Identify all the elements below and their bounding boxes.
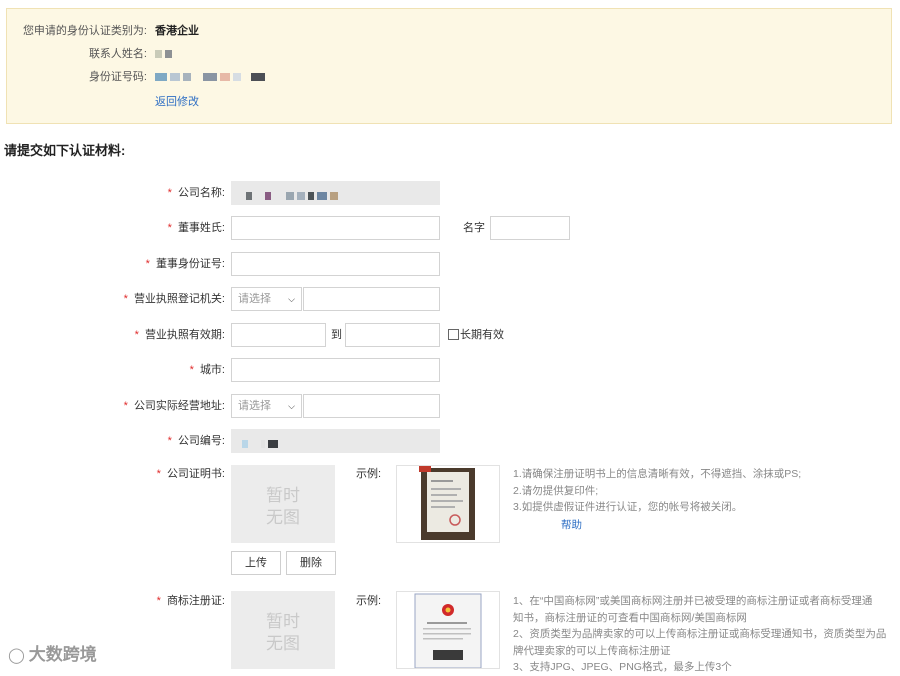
trademark-example-label: 示例: (356, 595, 382, 607)
select-placeholder: 请选择 (238, 293, 271, 305)
license-validity-label: * 营业执照有效期: (134, 329, 225, 341)
address-input[interactable] (303, 394, 440, 418)
required-mark: * (156, 468, 161, 480)
trademark-photo-icon (414, 593, 482, 669)
validity-end-input[interactable] (345, 323, 440, 347)
company-number-field (231, 429, 440, 453)
chevron-down-icon: ⌵ (288, 401, 295, 411)
required-mark: * (134, 329, 139, 341)
trademark-label: * 商标注册证: (156, 595, 225, 607)
certificate-sample-image (396, 465, 500, 543)
city-input[interactable] (231, 358, 440, 382)
address-select[interactable]: 请选择 ⌵ (231, 394, 302, 418)
identity-type-label: 您申请的身份认证类别为: (22, 25, 147, 37)
trademark-notes: 1、在“中国商标网”或美国商标网注册并已被受理的商标注册证或者商标受理通 知书，… (513, 595, 887, 673)
address-label: * 公司实际经营地址: (123, 400, 225, 412)
city-label: * 城市: (189, 364, 225, 376)
section-title: 请提交如下认证材料: (4, 143, 126, 158)
certificate-image-placeholder: 暂时 无图 (231, 465, 335, 543)
director-surname-input[interactable] (231, 216, 440, 240)
id-number-label: 身份证号码: (88, 71, 147, 83)
required-mark: * (145, 258, 150, 270)
contact-name-value (155, 46, 175, 62)
certificate-label: * 公司证明书: (156, 468, 225, 480)
required-mark: * (167, 222, 172, 234)
certificate-notes: 1.请确保注册证明书上的信息清晰有效，不得遮挡、涂抹或PS; 2.请勿提供复印件… (513, 466, 893, 533)
chevron-down-icon: ⌵ (288, 294, 295, 304)
help-link[interactable]: 帮助 (561, 517, 893, 534)
upload-button[interactable]: 上传 (231, 551, 281, 575)
license-authority-input[interactable] (303, 287, 440, 311)
director-id-label: * 董事身份证号: (145, 258, 225, 270)
watermark-logo-icon: ◯ (8, 647, 25, 664)
required-mark: * (123, 400, 128, 412)
certificate-photo-icon (419, 466, 475, 540)
required-mark: * (167, 435, 172, 447)
certificate-example-label: 示例: (356, 468, 382, 480)
company-number-label: * 公司编号: (167, 435, 225, 447)
back-to-edit-link[interactable]: 返回修改 (155, 94, 199, 110)
id-number-value (155, 69, 268, 85)
delete-button[interactable]: 删除 (286, 551, 336, 575)
long-term-checkbox[interactable] (448, 329, 459, 340)
required-mark: * (156, 595, 161, 607)
given-name-label: 名字 (463, 222, 485, 234)
validity-start-input[interactable] (231, 323, 326, 347)
watermark: ◯ 大数跨境 (8, 645, 97, 664)
director-id-input[interactable] (231, 252, 440, 276)
identity-notice-box: 您申请的身份认证类别为: 香港企业 联系人姓名: 身份证号码: 返回修改 (6, 8, 892, 124)
company-name-field (231, 181, 440, 205)
required-mark: * (123, 293, 128, 305)
required-mark: * (167, 187, 172, 199)
to-label: 到 (331, 329, 342, 341)
identity-type-value: 香港企业 (155, 25, 199, 37)
required-mark: * (189, 364, 194, 376)
trademark-sample-image (396, 591, 500, 669)
license-authority-label: * 营业执照登记机关: (123, 293, 225, 305)
director-surname-label: * 董事姓氏: (167, 222, 225, 234)
contact-name-label: 联系人姓名: (88, 48, 147, 60)
select-placeholder: 请选择 (238, 400, 271, 412)
trademark-image-placeholder: 暂时 无图 (231, 591, 335, 669)
long-term-label: 长期有效 (460, 329, 504, 341)
given-name-input[interactable] (490, 216, 570, 240)
license-authority-select[interactable]: 请选择 ⌵ (231, 287, 302, 311)
company-name-label: * 公司名称: (167, 187, 225, 199)
